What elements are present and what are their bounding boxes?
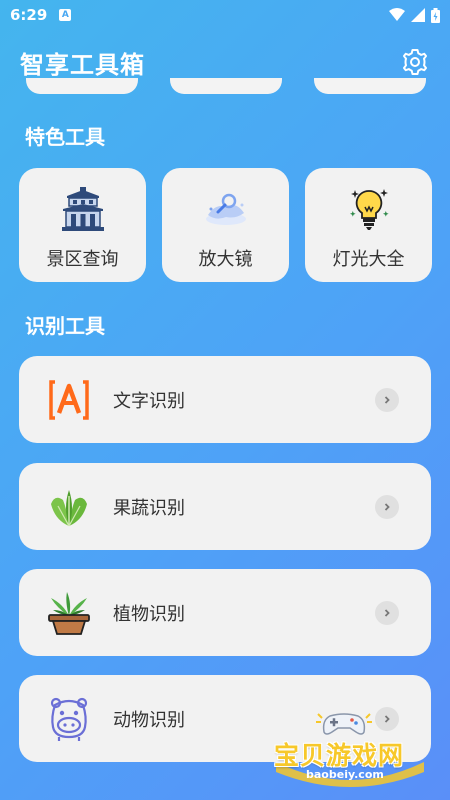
list-item-label: 果蔬识别 — [113, 497, 185, 519]
notification-icon: A — [59, 9, 72, 21]
peek-card — [26, 78, 138, 94]
watermark-text: 宝贝游戏网 — [274, 741, 405, 770]
list-item-vegetable-recognition[interactable]: 果蔬识别 — [19, 463, 431, 550]
watermark: 宝贝游戏网 baobeiy.com — [270, 706, 430, 790]
chevron-right-icon — [375, 600, 399, 625]
list-item-plant-recognition[interactable]: 植物识别 — [19, 569, 431, 656]
list-item-label: 动物识别 — [113, 709, 185, 731]
status-bar: 6:29 A — [0, 0, 450, 30]
chevron-right-icon — [375, 494, 399, 519]
chevron-right-icon — [375, 387, 399, 412]
feature-card-magnifier[interactable]: 放大镜 — [162, 168, 289, 282]
feature-label: 灯光大全 — [332, 249, 405, 270]
list-item-label: 文字识别 — [113, 390, 185, 412]
lightbulb-icon — [344, 185, 394, 233]
feature-label: 放大镜 — [198, 249, 253, 270]
section-title-recognition: 识别工具 — [25, 314, 105, 338]
page-title: 智享工具箱 — [20, 50, 145, 79]
list-item-text-recognition[interactable]: 文字识别 — [19, 356, 431, 443]
feature-card-lighting[interactable]: 灯光大全 — [305, 168, 432, 282]
section-title-featured: 特色工具 — [25, 125, 105, 149]
peek-card — [314, 78, 426, 94]
list-item-label: 植物识别 — [113, 603, 185, 625]
watermark-url: baobeiy.com — [306, 768, 384, 781]
wifi-icon — [389, 8, 405, 21]
status-icons — [389, 7, 440, 23]
gamepad-icon — [316, 713, 372, 735]
status-time: 6:29 — [10, 6, 48, 24]
magnifier-icon — [201, 185, 251, 233]
gear-icon — [403, 49, 427, 75]
signal-icon — [411, 8, 425, 22]
feature-label: 景区查询 — [46, 249, 119, 270]
potted-plant-icon — [45, 589, 93, 637]
feature-card-scenic-spot[interactable]: 景区查询 — [19, 168, 146, 282]
pagoda-icon — [58, 185, 108, 233]
peek-card — [170, 78, 282, 94]
leafy-vegetable-icon — [45, 483, 93, 531]
text-scan-icon — [45, 376, 93, 424]
hippo-icon — [45, 695, 93, 743]
battery-icon — [431, 7, 440, 23]
settings-button[interactable] — [400, 47, 430, 77]
